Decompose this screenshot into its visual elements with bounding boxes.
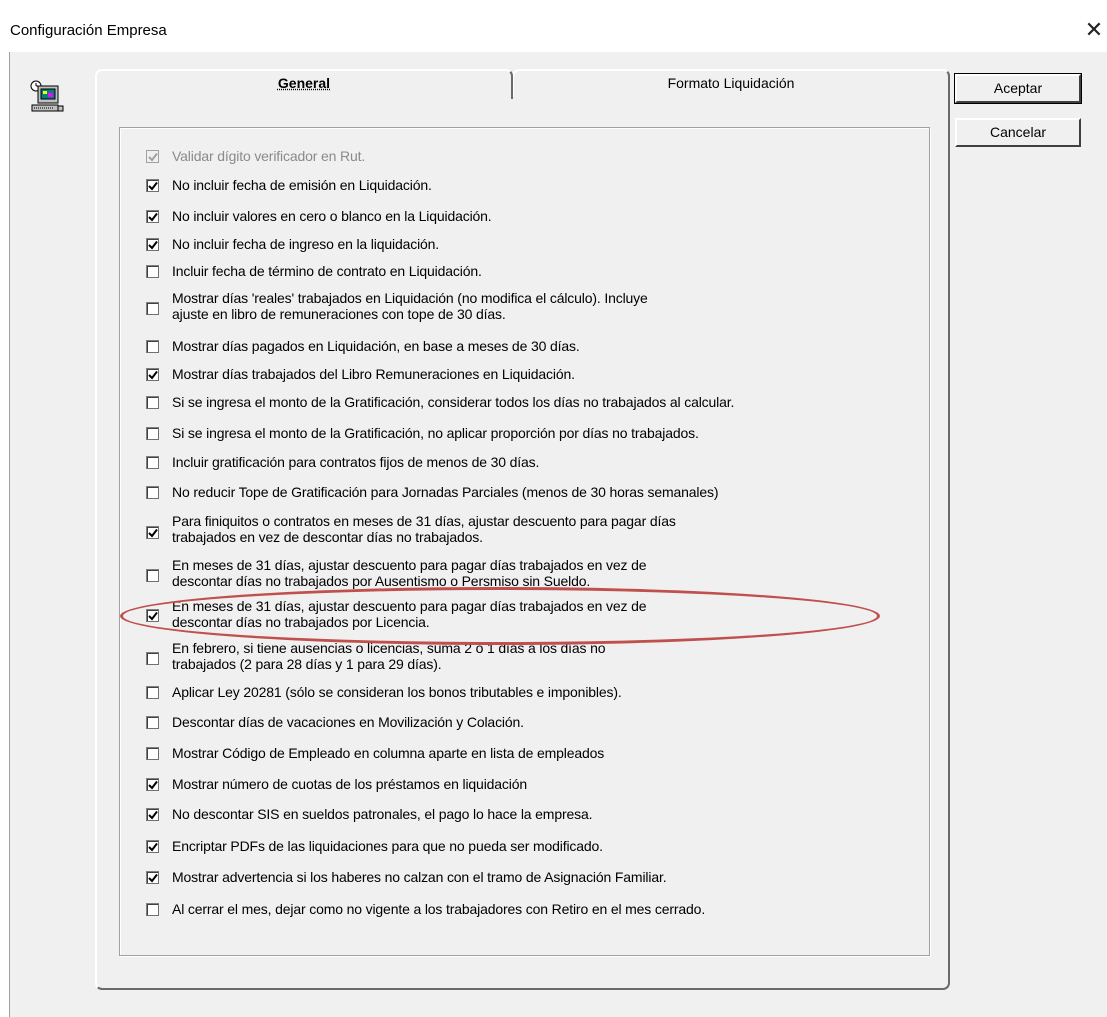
- cancel-button[interactable]: Cancelar: [955, 118, 1081, 147]
- checkmark-icon: [148, 212, 158, 222]
- checkmark-icon: [148, 611, 158, 621]
- option-checkbox[interactable]: [146, 396, 159, 409]
- option-checkbox[interactable]: [146, 526, 159, 539]
- option-label: No incluir fecha de emisión en Liquidaci…: [172, 177, 432, 193]
- checkmark-icon: [148, 528, 158, 538]
- option-checkbox[interactable]: [146, 486, 159, 499]
- option-checkbox[interactable]: [146, 569, 159, 582]
- option-label: Mostrar días trabajados del Libro Remune…: [172, 366, 575, 382]
- option-label: Incluir fecha de término de contrato en …: [172, 263, 482, 279]
- option-label: Validar dígito verificador en Rut.: [172, 148, 365, 164]
- checkmark-icon: [148, 873, 158, 883]
- option-label: En meses de 31 días, ajustar descuento p…: [172, 598, 646, 630]
- tab-formato-label: Formato Liquidación: [668, 75, 795, 91]
- computer-terminal-icon: [28, 80, 64, 116]
- option-label: En meses de 31 días, ajustar descuento p…: [172, 557, 646, 589]
- option-label: No incluir fecha de ingreso en la liquid…: [172, 236, 439, 252]
- tab-general[interactable]: General: [95, 69, 513, 99]
- option-checkbox[interactable]: [146, 427, 159, 440]
- option-label: En febrero, si tiene ausencias o licenci…: [172, 640, 605, 672]
- option-label: Descontar días de vacaciones en Moviliza…: [172, 714, 524, 730]
- option-checkbox[interactable]: [146, 840, 159, 853]
- option-label: Mostrar días pagados en Liquidación, en …: [172, 338, 580, 354]
- option-checkbox[interactable]: [146, 302, 159, 315]
- window-title: Configuración Empresa: [10, 22, 167, 39]
- option-checkbox[interactable]: [146, 652, 159, 665]
- option-checkbox[interactable]: [146, 265, 159, 278]
- option-checkbox: [146, 150, 159, 163]
- option-checkbox[interactable]: [146, 368, 159, 381]
- checkmark-icon: [148, 181, 158, 191]
- option-checkbox[interactable]: [146, 340, 159, 353]
- option-label: Mostrar días 'reales' trabajados en Liqu…: [172, 290, 648, 322]
- option-label: Mostrar Código de Empleado en columna ap…: [172, 745, 604, 761]
- option-label: Mostrar advertencia si los haberes no ca…: [172, 869, 666, 885]
- option-label: Encriptar PDFs de las liquidaciones para…: [172, 838, 603, 854]
- option-checkbox[interactable]: [146, 686, 159, 699]
- option-label: Mostrar número de cuotas de los préstamo…: [172, 776, 527, 792]
- option-label: Incluir gratificación para contratos fij…: [172, 454, 539, 470]
- option-label: Aplicar Ley 20281 (sólo se consideran lo…: [172, 684, 622, 700]
- option-label: Si se ingresa el monto de la Gratificaci…: [172, 394, 734, 410]
- option-label: No descontar SIS en sueldos patronales, …: [172, 806, 592, 822]
- close-icon[interactable]: ✕: [1082, 18, 1106, 42]
- option-label: No reducir Tope de Gratificación para Jo…: [172, 484, 718, 500]
- option-checkbox[interactable]: [146, 747, 159, 760]
- option-checkbox[interactable]: [146, 210, 159, 223]
- checkmark-icon: [148, 810, 158, 820]
- option-checkbox[interactable]: [146, 238, 159, 251]
- option-checkbox[interactable]: [146, 609, 159, 622]
- option-checkbox[interactable]: [146, 808, 159, 821]
- option-label: No incluir valores en cero o blanco en l…: [172, 208, 492, 224]
- option-checkbox[interactable]: [146, 456, 159, 469]
- option-label: Al cerrar el mes, dejar como no vigente …: [172, 901, 705, 917]
- option-label: Para finiquitos o contratos en meses de …: [172, 513, 676, 545]
- option-label: Si se ingresa el monto de la Gratificaci…: [172, 425, 699, 441]
- checkmark-icon: [148, 370, 158, 380]
- tab-general-label: General: [278, 75, 330, 91]
- checkmark-icon: [148, 152, 158, 162]
- option-checkbox[interactable]: [146, 871, 159, 884]
- accept-button[interactable]: Aceptar: [955, 74, 1081, 103]
- option-checkbox[interactable]: [146, 716, 159, 729]
- checkmark-icon: [148, 842, 158, 852]
- option-checkbox[interactable]: [146, 778, 159, 791]
- checkmark-icon: [148, 780, 158, 790]
- tab-formato-liquidacion[interactable]: Formato Liquidación: [512, 69, 950, 97]
- option-checkbox[interactable]: [146, 903, 159, 916]
- checkmark-icon: [148, 240, 158, 250]
- option-checkbox[interactable]: [146, 179, 159, 192]
